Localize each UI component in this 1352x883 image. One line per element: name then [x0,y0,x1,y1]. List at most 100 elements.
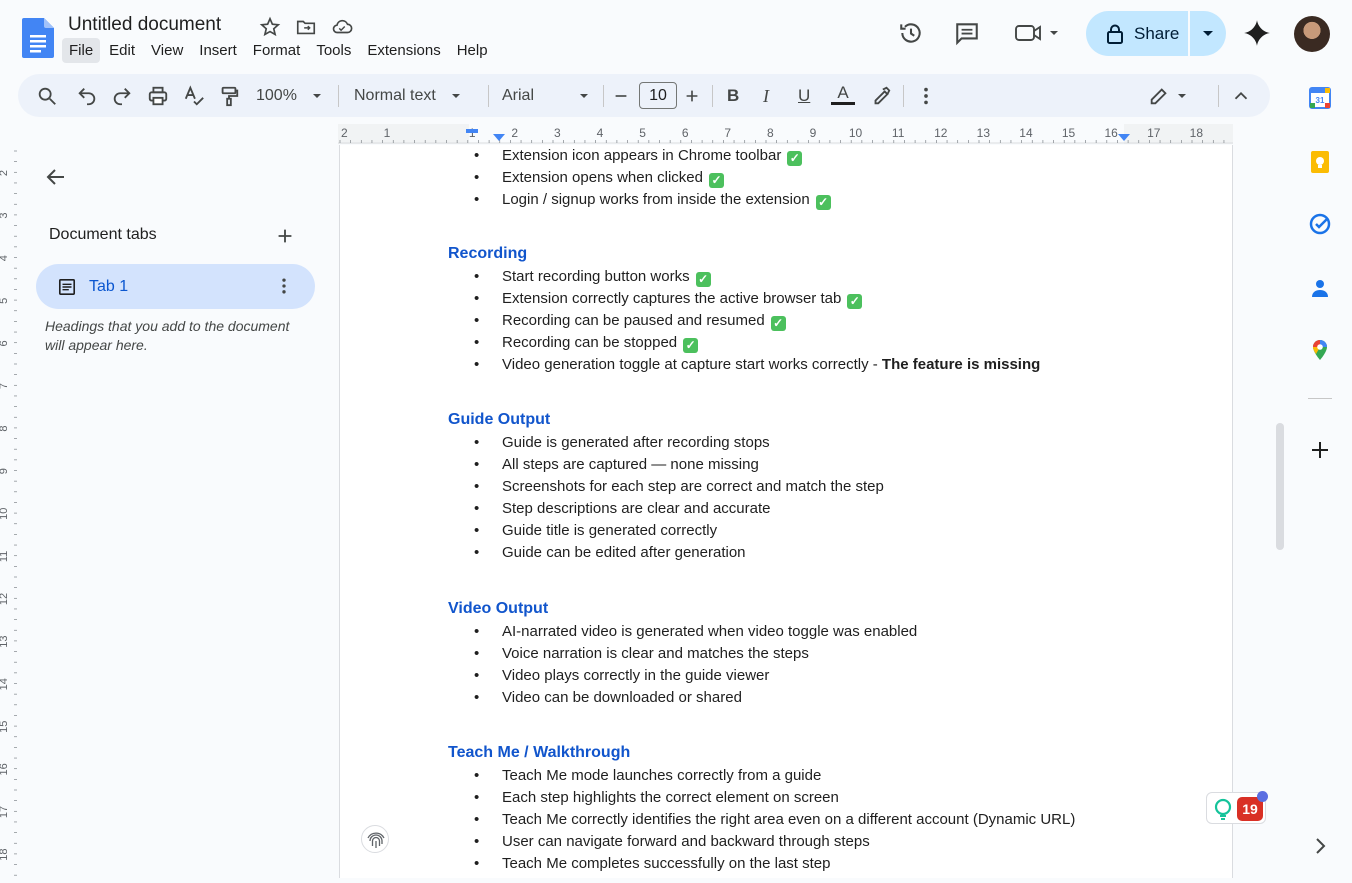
section-heading: Guide Output [448,411,551,428]
docs-logo-icon[interactable] [22,18,54,58]
scrollbar-thumb[interactable] [1276,423,1284,550]
list-item: Extension correctly captures the active … [502,290,863,309]
ruler-tick-label: 3 [554,126,561,140]
fingerprint-icon[interactable] [361,825,389,853]
chevron-right-icon[interactable] [1308,834,1332,858]
search-menus-icon[interactable] [36,84,58,108]
more-options-icon[interactable] [915,84,937,108]
list-item-text: AI-narrated video is generated when vide… [502,623,918,640]
list-item-text: Login / signup works from inside the ext… [502,191,810,208]
menu-edit[interactable]: Edit [102,38,142,63]
ruler-tick-label: 5 [639,126,646,140]
ruler-tick-label: 7 [0,383,10,389]
bullet-marker: • [474,500,480,517]
menu-view[interactable]: View [144,38,190,63]
bullet-marker: • [474,623,480,640]
first-line-indent-marker[interactable] [466,129,478,133]
ruler-tick-label: 5 [0,298,10,304]
document-tab-icon [58,278,76,296]
list-item: Voice narration is clear and matches the… [502,645,809,662]
outline-empty-note: Headings that you add to the document wi… [45,318,290,353]
left-indent-marker[interactable] [493,134,505,141]
increase-font-size-icon[interactable] [683,84,701,108]
menu-insert[interactable]: Insert [192,38,244,63]
star-icon[interactable] [259,16,281,38]
add-addon-icon[interactable] [1308,438,1332,462]
share-label: Share [1134,23,1180,43]
ruler-tick-label: 4 [597,126,604,140]
ruler-tick-label: 12 [934,126,948,140]
tab-1-label: Tab 1 [89,278,129,295]
underline-button[interactable]: U [798,84,814,108]
bullet-marker: • [474,478,480,495]
ruler-tick-label: 1 [384,126,391,140]
font-size-input[interactable]: 10 [639,82,677,109]
grammar-extension-badge[interactable]: 19 [1206,791,1268,824]
highlight-color-icon[interactable] [870,84,892,108]
bold-button[interactable]: B [727,84,743,108]
paragraph-style-select[interactable]: Normal text [354,84,474,108]
check-mark-icon: ✓ [815,195,831,210]
keep-icon[interactable] [1308,150,1332,174]
document-title[interactable]: Untitled document [68,14,221,36]
ruler-tick-label: 18 [0,848,10,860]
history-icon[interactable] [898,20,924,46]
list-item-text: Video can be downloaded or shared [502,689,742,706]
document-outline-panel: Document tabs Tab 1 Headings that you ad… [18,145,338,878]
comment-icon[interactable] [954,20,980,46]
ruler-tick-label: 13 [0,635,10,647]
list-item: Guide title is generated correctly [502,522,717,539]
check-mark-icon: ✓ [683,338,699,353]
list-item: Each step highlights the correct element… [502,789,839,806]
menu-file[interactable]: File [62,38,101,63]
back-arrow-icon[interactable] [44,165,68,189]
list-item: Teach Me completes successfully on the l… [502,855,831,872]
ruler-tick-label: 6 [0,340,10,346]
gemini-icon[interactable] [1243,19,1271,47]
share-button[interactable]: Share [1086,11,1188,56]
document-page[interactable]: • Extension icon appears in Chrome toolba… [339,145,1233,878]
hide-menus-icon[interactable] [1230,84,1252,108]
tasks-icon[interactable] [1308,212,1332,236]
ruler-tick-label: 18 [1190,126,1204,140]
maps-icon[interactable] [1308,338,1332,362]
list-item-text: Step descriptions are clear and accurate [502,500,771,517]
text-color-button[interactable]: A [830,84,856,108]
add-tab-icon[interactable] [274,225,296,247]
print-icon[interactable] [147,84,169,108]
meet-icon[interactable] [1014,20,1058,46]
account-avatar[interactable] [1294,16,1330,52]
undo-icon[interactable] [76,84,98,108]
list-item: Recording can be paused and resumed ✓ [502,312,786,331]
paint-format-icon[interactable] [218,84,240,108]
move-folder-icon[interactable] [295,16,317,38]
cloud-saved-icon[interactable] [331,16,353,38]
list-item: User can navigate forward and backward t… [502,833,870,850]
list-item-text: Extension icon appears in Chrome toolbar [502,147,782,164]
menu-format[interactable]: Format [246,38,308,63]
ruler-tick-label: 17 [1147,126,1161,140]
ruler-tick-label: 2 [511,126,518,140]
zoom-select[interactable]: 100% [256,84,327,108]
list-item: AI-narrated video is generated when vide… [502,623,917,640]
menu-help[interactable]: Help [450,38,495,63]
menu-tools[interactable]: Tools [309,38,358,63]
list-item-text: Extension opens when clicked [502,169,703,186]
list-item-text: Each step highlights the correct element… [502,789,839,806]
share-dropdown-button[interactable] [1190,11,1226,56]
editing-mode-select[interactable] [1148,84,1192,108]
contacts-icon[interactable] [1308,276,1332,300]
list-item: Step descriptions are clear and accurate [502,500,770,517]
tab-options-icon[interactable] [274,276,294,296]
redo-icon[interactable] [111,84,133,108]
vertical-ruler[interactable]: 2 3 4 5 6 7 8 9 10 11 12 13 14 15 16 17 18 [0,145,18,878]
menu-extensions[interactable]: Extensions [360,38,447,63]
decrease-font-size-icon[interactable] [612,84,630,108]
italic-button[interactable]: I [763,84,779,108]
font-select[interactable]: Arial [502,84,602,108]
text-color-label: A [837,83,849,102]
list-item: Extension opens when clicked ✓ [502,169,724,188]
spellcheck-icon[interactable] [183,84,205,108]
horizontal-ruler[interactable]: 21123456789101112131415161718 [338,124,1234,144]
calendar-icon[interactable]: 31 [1308,86,1332,110]
